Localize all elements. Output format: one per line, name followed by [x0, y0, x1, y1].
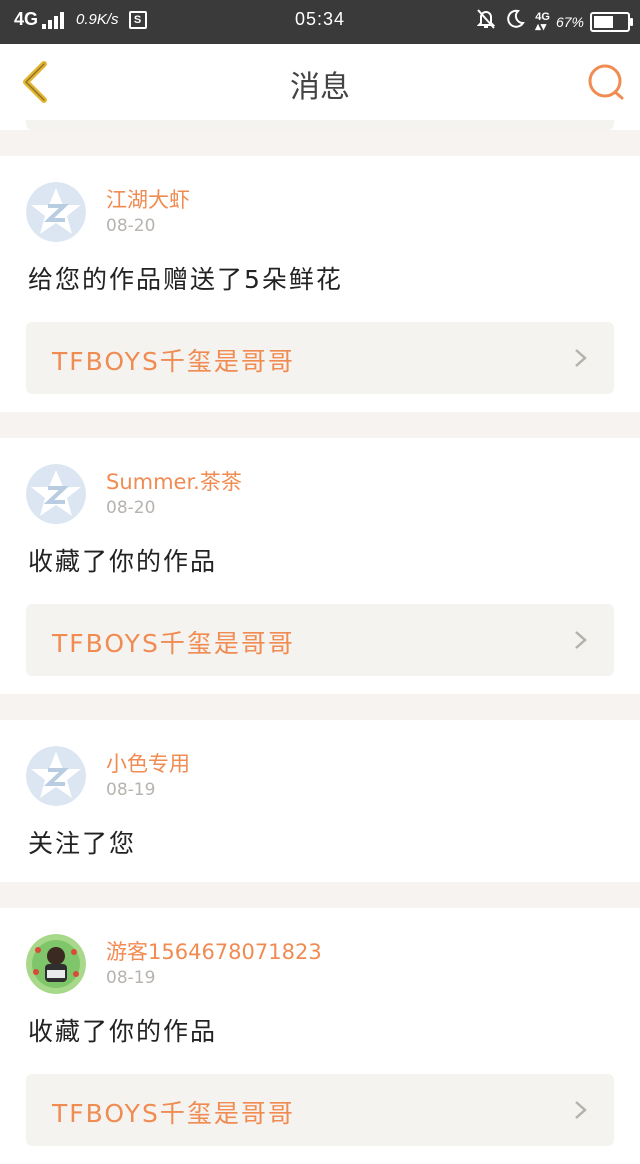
battery-percentage: 67% [555, 13, 584, 30]
work-title: TFBOYS千玺是哥哥 [52, 629, 295, 658]
message-card[interactable]: 游客1564678071823 08-19 收藏了你的作品 TFBOYS千玺是哥… [0, 908, 640, 1164]
default-avatar-icon [26, 182, 86, 242]
message-date: 08-20 [106, 498, 156, 518]
chevron-right-icon [575, 349, 587, 367]
mute-icon [476, 9, 496, 34]
chevron-right-icon [575, 631, 587, 649]
username[interactable]: 江湖大虾 [106, 184, 190, 214]
message-date: 08-19 [106, 780, 156, 800]
status-bar: 4G 0.9K/s S 05:34 4G ▴▾ 67% [0, 0, 640, 44]
page-title: 消息 [290, 70, 350, 105]
previous-card-tail [0, 120, 640, 130]
moon-icon [505, 9, 526, 34]
avatar[interactable] [26, 746, 86, 806]
top-navigation-bar: 消息 [0, 44, 640, 121]
battery-icon [590, 11, 633, 32]
work-title: TFBOYS千玺是哥哥 [52, 1099, 295, 1128]
message-date: 08-20 [106, 216, 156, 236]
message-card[interactable]: Summer.茶茶 08-20 收藏了你的作品 TFBOYS千玺是哥哥 [0, 438, 640, 694]
username[interactable]: 小色专用 [106, 748, 190, 778]
message-text: 收藏了你的作品 [28, 1017, 218, 1046]
user-photo-avatar [26, 934, 86, 994]
work-title: TFBOYS千玺是哥哥 [52, 347, 295, 376]
default-avatar-icon [26, 464, 86, 524]
work-reference-link[interactable]: TFBOYS千玺是哥哥 [26, 322, 614, 394]
avatar[interactable] [26, 934, 86, 994]
message-list[interactable]: 江湖大虾 08-20 给您的作品赠送了5朵鲜花 TFBOYS千玺是哥哥 Summ… [0, 120, 640, 1164]
avatar[interactable] [26, 182, 86, 242]
message-date: 08-19 [106, 968, 156, 988]
network-type-secondary: 4G ▴▾ [535, 10, 550, 33]
message-card[interactable]: 江湖大虾 08-20 给您的作品赠送了5朵鲜花 TFBOYS千玺是哥哥 [0, 156, 640, 412]
work-reference-link[interactable]: TFBOYS千玺是哥哥 [26, 1074, 614, 1146]
message-text: 关注了您 [28, 829, 137, 858]
search-button[interactable] [586, 62, 626, 102]
username[interactable]: 游客1564678071823 [106, 936, 322, 966]
avatar[interactable] [26, 464, 86, 524]
message-text: 收藏了你的作品 [28, 547, 218, 576]
message-card[interactable]: 小色专用 08-19 关注了您 [0, 720, 640, 882]
chevron-right-icon [575, 1101, 587, 1119]
username[interactable]: Summer.茶茶 [106, 466, 242, 496]
default-avatar-icon [26, 746, 86, 806]
work-reference-link[interactable]: TFBOYS千玺是哥哥 [26, 604, 614, 676]
message-text: 给您的作品赠送了5朵鲜花 [28, 265, 343, 294]
search-icon [588, 64, 624, 100]
